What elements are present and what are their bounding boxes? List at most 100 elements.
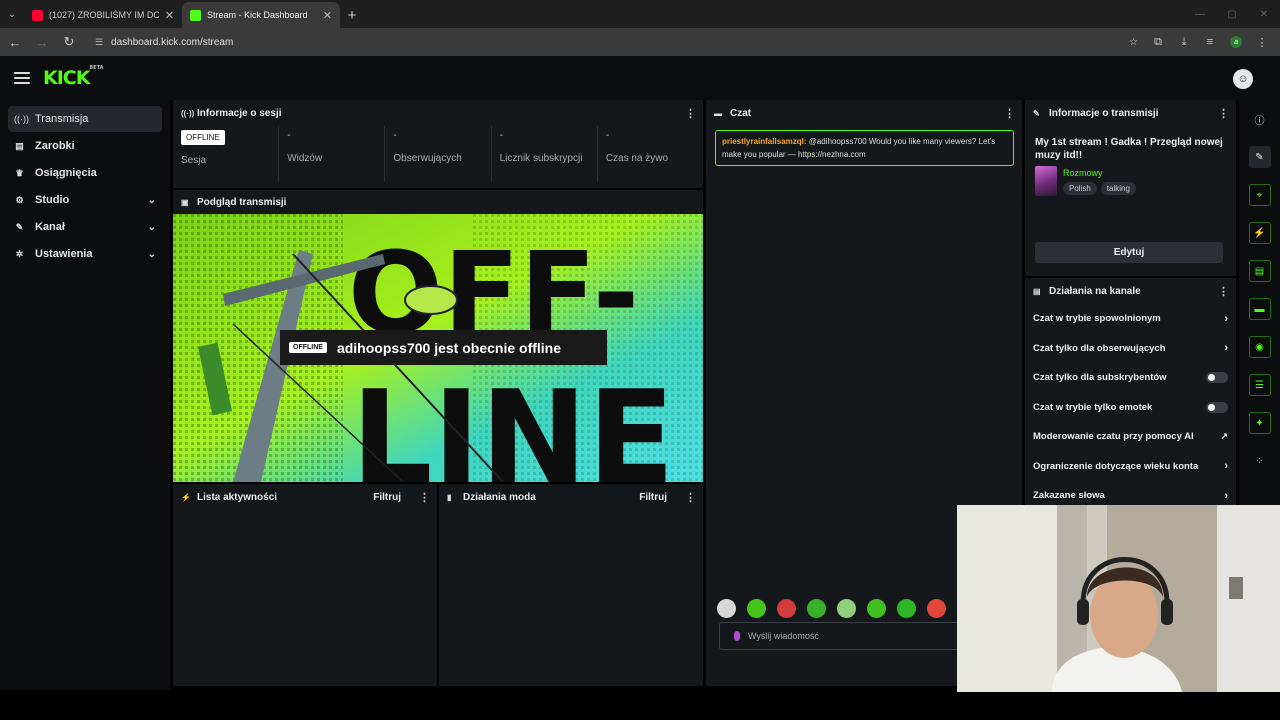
beta-badge: BETA [89, 65, 104, 71]
lightning-icon[interactable]: ⚡ [1248, 222, 1271, 244]
emote-icon[interactable] [867, 599, 886, 618]
pencil-icon: ✎ [1033, 108, 1040, 118]
more-options-icon[interactable]: ⋮ [1218, 107, 1229, 120]
panel-header: ✎ Informacje o transmisji ⋮ [1025, 100, 1236, 126]
chat-input[interactable]: Wyślij wiadomość [719, 622, 959, 650]
mod-actions-panel: ▮ Działania moda Filtruj ⋮ [439, 484, 703, 686]
layers-icon[interactable]: ☰ [1248, 374, 1271, 396]
subscribers-only-toggle[interactable] [1206, 372, 1228, 384]
chevron-down-icon: ⌄ [147, 221, 156, 233]
more-options-icon[interactable]: ⋮ [1004, 107, 1015, 120]
sidebar-item-label: Kanał [35, 221, 65, 233]
chevron-right-icon: › [1224, 460, 1228, 473]
kick-logo[interactable]: KICK BETA [43, 65, 103, 89]
emote-icon[interactable] [717, 599, 736, 618]
menu-icon[interactable] [14, 72, 30, 84]
target-icon[interactable]: ⌖ [1248, 184, 1271, 206]
site-info-icon[interactable]: ☰ [95, 37, 103, 48]
action-ai-moderation[interactable]: Moderowanie czatu przy pomocy AI ↗ [1025, 422, 1236, 452]
edit-button[interactable]: Edytuj [1035, 242, 1223, 263]
sidebar-item-transmisja[interactable]: ((·)) Transmisja [8, 106, 162, 132]
sidebar-item-kanal[interactable]: ✎ Kanał ⌄ [8, 214, 162, 240]
panel-title: Informacje o transmisji [1049, 107, 1159, 119]
broadcast-icon[interactable]: ◉ [1248, 336, 1271, 358]
new-tab-button[interactable]: + [340, 2, 364, 28]
chat-message[interactable]: priestlyrainfallsamzql: @adihoopss700 Wo… [715, 130, 1014, 166]
emote-icon[interactable] [777, 599, 796, 618]
emote-icon[interactable] [837, 599, 856, 618]
more-options-icon[interactable]: ⋮ [685, 107, 696, 120]
media-control-icon[interactable]: ≡ [1198, 30, 1222, 54]
action-slow-mode[interactable]: Czat w trybie spowolnionym › [1025, 304, 1236, 334]
emote-icon[interactable] [747, 599, 766, 618]
stat-label: Obserwujących [393, 153, 462, 164]
stream-preview-panel: ▣ Podgląd transmisji [173, 190, 703, 214]
close-tab-icon[interactable]: ✕ [165, 9, 174, 22]
emote-only-toggle[interactable] [1206, 401, 1228, 413]
emote-bar [717, 599, 946, 618]
chat-bubble-icon[interactable]: ▬ [1248, 298, 1271, 320]
close-window-icon[interactable]: ✕ [1248, 0, 1280, 28]
stat-value: - [605, 130, 610, 141]
sidebar-item-zarobki[interactable]: ▤ Zarobki [8, 133, 162, 159]
chat-username[interactable]: priestlyrainfallsamzql: [722, 137, 806, 146]
close-tab-icon[interactable]: ✕ [323, 9, 332, 22]
filter-button[interactable]: Filtruj [373, 492, 401, 503]
minimize-icon[interactable]: — [1184, 0, 1216, 28]
stat-followers: - Obserwujących [385, 126, 492, 182]
address-bar[interactable]: ☰ dashboard.kick.com/stream ☆ [86, 31, 1147, 53]
action-label: Moderowanie czatu przy pomocy AI [1033, 431, 1194, 443]
microphone-icon[interactable] [734, 631, 740, 641]
emote-icon[interactable] [807, 599, 826, 618]
panel-title: Działania na kanale [1049, 285, 1141, 297]
stream-preview[interactable]: OFF- LINE OFFLINE adihoopss700 jest obec… [173, 214, 703, 482]
profile-icon[interactable]: a [1224, 30, 1248, 54]
action-emote-only: Czat w trybie tylko emotek [1025, 393, 1236, 423]
offline-badge: OFFLINE [289, 342, 327, 353]
lightning-icon: ⚡ [181, 492, 191, 502]
youtube-favicon-icon [32, 9, 43, 21]
sidebar-item-label: Ustawienia [35, 248, 93, 260]
action-banned-words[interactable]: Zakazane słowa › [1025, 481, 1236, 506]
emote-icon[interactable] [927, 599, 946, 618]
tag-list: Polish talking [1063, 182, 1136, 195]
studio-icon: ⚙ [15, 194, 24, 205]
panel-title: Podgląd transmisji [197, 196, 287, 208]
stat-label: Licznik subskrypcji [499, 153, 583, 164]
action-followers-only[interactable]: Czat tylko dla obserwujących › [1025, 334, 1236, 364]
sidebar-item-studio[interactable]: ⚙ Studio ⌄ [8, 187, 162, 213]
document-icon: ▤ [1033, 286, 1041, 296]
trophy-icon: ♛ [15, 167, 24, 178]
maximize-icon[interactable]: ▢ [1216, 0, 1248, 28]
pencil-icon[interactable]: ✎ [1248, 146, 1271, 168]
more-options-icon[interactable]: ⋮ [685, 491, 696, 504]
chat-icon: ▬ [714, 108, 722, 118]
back-icon[interactable]: ← [3, 30, 27, 54]
extensions-icon[interactable]: ⧉ [1146, 30, 1170, 54]
browser-menu-icon[interactable]: ⋮ [1250, 30, 1274, 54]
channel-actions-panel: ▤ Działania na kanale ⋮ Czat w trybie sp… [1025, 278, 1236, 506]
download-icon[interactable]: ⤓ [1172, 30, 1196, 54]
wrench-icon[interactable]: ✦ [1248, 412, 1271, 434]
sidebar-item-osiagniecia[interactable]: ♛ Osiągnięcia [8, 160, 162, 186]
tab-search-icon[interactable]: ⌄ [0, 2, 24, 26]
info-icon[interactable]: ⓘ [1249, 108, 1271, 130]
forward-icon[interactable]: → [30, 30, 54, 54]
bookmark-star-icon[interactable]: ☆ [1129, 37, 1138, 48]
browser-tab-youtube[interactable]: (1027) ZROBILIŚMY IM DOBRZE ✕ [24, 2, 182, 28]
more-options-icon[interactable]: ⋮ [419, 491, 430, 504]
action-account-age[interactable]: Ograniczenie dotyczące wieku konta › [1025, 452, 1236, 482]
user-avatar[interactable]: ☺ [1233, 69, 1253, 89]
filter-button[interactable]: Filtruj [639, 492, 667, 503]
chevron-right-icon: › [1224, 342, 1228, 355]
sidebar-item-ustawienia[interactable]: ✲ Ustawienia ⌄ [8, 241, 162, 267]
more-options-icon[interactable]: ⋮ [1218, 285, 1229, 298]
panel-title: Lista aktywności [197, 491, 278, 503]
apps-icon[interactable]: ⁘ [1249, 450, 1271, 472]
reload-icon[interactable]: ↻ [57, 30, 81, 54]
browser-tab-kick[interactable]: Stream - Kick Dashboard ✕ [182, 2, 340, 28]
category-name[interactable]: Rozmowy [1063, 168, 1136, 178]
emote-icon[interactable] [897, 599, 916, 618]
clipboard-icon[interactable]: ▤ [1248, 260, 1271, 282]
action-label: Czat w trybie tylko emotek [1033, 401, 1153, 413]
